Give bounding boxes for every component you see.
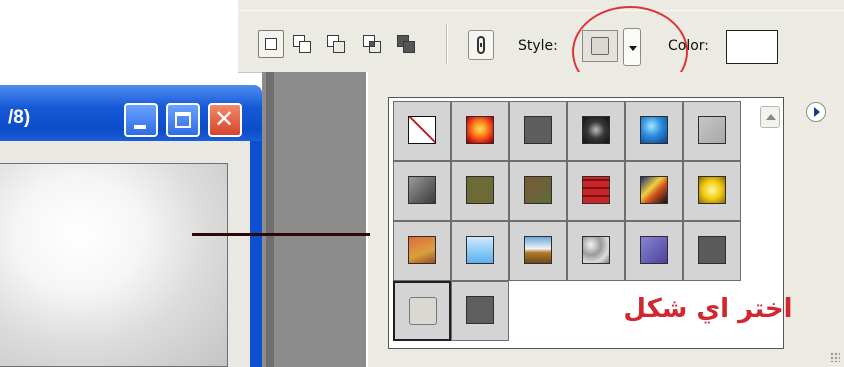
style-option-gray-faded[interactable]	[683, 101, 741, 161]
style-option-default-no-style[interactable]	[393, 101, 451, 161]
minimize-button[interactable]	[124, 103, 158, 137]
style-swatch-blue-glass	[640, 116, 668, 144]
options-toolbar: Style: Color:	[238, 0, 844, 73]
style-swatch-landscape	[524, 236, 552, 264]
style-swatch-olive-texture	[466, 176, 494, 204]
style-option-gray-stone[interactable]	[393, 161, 451, 221]
panel-menu-button[interactable]	[806, 102, 826, 122]
maximize-icon	[175, 112, 191, 128]
style-swatch-default-no-style	[408, 116, 436, 144]
style-option-empty-selected[interactable]	[393, 281, 451, 341]
style-option-red-brick[interactable]	[567, 161, 625, 221]
document-area	[0, 141, 250, 367]
style-swatch-brown-olive	[524, 176, 552, 204]
toolbar-separator	[446, 24, 448, 64]
style-swatch-abstract-blue-yellow	[640, 176, 668, 204]
style-option-olive-texture[interactable]	[451, 161, 509, 221]
style-option-red-glow[interactable]	[451, 101, 509, 161]
scroll-up-button[interactable]	[760, 106, 780, 128]
style-option-abstract-blue-yellow[interactable]	[625, 161, 683, 221]
link-layer-button[interactable]	[468, 30, 494, 60]
style-swatch-black-chrome	[582, 116, 610, 144]
resize-gripper[interactable]	[830, 352, 840, 362]
chain-link-icon	[477, 36, 485, 54]
intersect-selection-button[interactable]	[360, 30, 386, 58]
style-option-yellow-gold[interactable]	[683, 161, 741, 221]
style-option-black-chrome[interactable]	[567, 101, 625, 161]
style-label: Style:	[518, 38, 558, 54]
exclude-overlap-button[interactable]	[394, 30, 420, 58]
style-option-brown-olive[interactable]	[509, 161, 567, 221]
close-icon: ✕	[214, 105, 235, 133]
style-option-purple-shadow[interactable]	[625, 221, 683, 281]
workspace-background	[262, 72, 370, 367]
style-swatch-dark-gray-flat	[698, 236, 726, 264]
minimize-icon	[134, 125, 146, 129]
style-option-marble-pattern[interactable]	[567, 221, 625, 281]
style-swatch-marble-pattern	[582, 236, 610, 264]
style-swatch-red-brick	[582, 176, 610, 204]
pointer-line-annotation	[192, 233, 370, 236]
style-option-dark-gray-flat[interactable]	[683, 221, 741, 281]
style-option-dark-gray-small[interactable]	[451, 281, 509, 341]
style-swatch-empty-selected	[409, 297, 437, 325]
window-title: /8)	[8, 107, 31, 128]
style-swatch-dark-gray-inset	[524, 116, 552, 144]
style-option-blue-glass[interactable]	[625, 101, 683, 161]
toolbar-highlight-line	[238, 10, 844, 11]
maximize-button[interactable]	[166, 103, 200, 137]
document-window: /8) ✕	[0, 85, 262, 367]
workspace-shadow-strip	[266, 72, 274, 367]
window-title-bar[interactable]: /8) ✕	[0, 85, 262, 141]
color-swatch[interactable]	[726, 30, 778, 64]
arabic-annotation: اختر اي شكل	[623, 294, 793, 324]
close-button[interactable]: ✕	[208, 103, 242, 137]
style-swatch-light-blue-glass	[466, 236, 494, 264]
new-selection-button[interactable]	[258, 30, 284, 58]
subtract-from-selection-button[interactable]	[324, 30, 350, 58]
new-selection-icon	[265, 38, 277, 50]
style-swatch-dark-gray-small	[466, 296, 494, 324]
window-frame	[0, 141, 262, 367]
style-option-dark-gray-inset[interactable]	[509, 101, 567, 161]
style-option-light-blue-glass[interactable]	[451, 221, 509, 281]
chevron-up-icon	[766, 114, 776, 120]
style-swatch-gray-faded	[698, 116, 726, 144]
style-option-orange-wood[interactable]	[393, 221, 451, 281]
style-swatch-orange-wood	[408, 236, 436, 264]
style-swatch-purple-shadow	[640, 236, 668, 264]
add-to-selection-button[interactable]	[290, 30, 316, 58]
play-arrow-icon	[814, 107, 820, 117]
style-swatch-yellow-gold	[698, 176, 726, 204]
image-canvas[interactable]	[0, 163, 228, 367]
style-option-landscape[interactable]	[509, 221, 567, 281]
style-swatch-red-glow	[466, 116, 494, 144]
style-swatch-gray-stone	[408, 176, 436, 204]
